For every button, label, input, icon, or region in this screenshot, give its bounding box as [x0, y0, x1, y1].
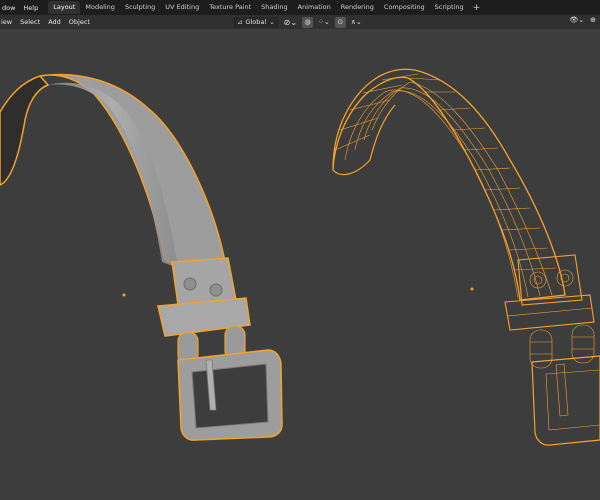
menu-object[interactable]: Object: [69, 18, 90, 26]
wire-cross-10: [464, 147, 499, 151]
wire-rivet-left: [529, 271, 547, 289]
tab-sculpting[interactable]: Sculpting: [120, 1, 160, 14]
falloff-icon[interactable]: ∧⌄: [351, 18, 362, 26]
tab-scripting[interactable]: Scripting: [430, 1, 469, 14]
workspace-tabs: Layout Modeling Sculpting UV Editing Tex…: [48, 0, 484, 15]
wire-cross-4: [362, 84, 403, 94]
transform-controls: ⊿ Global ⌄ ⊘⌄ ◍ ⁘⌄ ⊙ ∧⌄: [233, 16, 362, 28]
tab-layout[interactable]: Layout: [48, 1, 81, 14]
tab-shading[interactable]: Shading: [256, 1, 292, 14]
wire-buckle-frame: [531, 355, 600, 446]
wire-strap-outline: [332, 68, 566, 301]
wire-cross-16: [513, 267, 557, 271]
tab-compositing[interactable]: Compositing: [379, 1, 430, 14]
wire-long-4: [371, 81, 553, 296]
wire-cross-1: [334, 134, 371, 151]
wire-band-mid: [506, 307, 593, 317]
viewport-canvas: [0, 68, 600, 446]
add-workspace-button[interactable]: +: [469, 3, 485, 13]
orientation-icon: ⊿: [237, 18, 243, 26]
visibility-icon[interactable]: 👁⌄: [569, 16, 584, 24]
solid-belt-model[interactable]: [0, 73, 283, 441]
snap-toggle-button[interactable]: ◍: [302, 16, 314, 28]
belt-strap: [39, 73, 226, 269]
3d-viewport[interactable]: [0, 29, 600, 500]
orientation-value: Global: [245, 18, 267, 26]
pivot-icon[interactable]: ⊘⌄: [284, 18, 297, 27]
wire-buckle-hole: [545, 369, 600, 431]
wire-cross-15: [508, 247, 549, 251]
tab-rendering[interactable]: Rendering: [336, 1, 379, 14]
wire-rivet-left-inner: [533, 275, 543, 285]
proportional-icon: ⊙: [337, 18, 344, 26]
belt-underside: [0, 75, 50, 186]
tab-modeling[interactable]: Modeling: [80, 1, 120, 14]
tab-texture-paint[interactable]: Texture Paint: [204, 1, 256, 14]
rivet-right: [209, 283, 223, 297]
proportional-edit-button[interactable]: ⊙: [334, 16, 346, 28]
right-header-controls: 👁⌄ ⊕: [569, 16, 596, 24]
rivet-left: [183, 277, 197, 291]
menu-select[interactable]: Select: [20, 18, 40, 26]
origin-point-left: [122, 293, 126, 297]
wire-cross-5: [381, 73, 419, 81]
wire-roller-lines: [530, 336, 594, 355]
viewport-header: iew Select Add Object ⊿ Global ⌄ ⊘⌄ ◍ ⁘⌄…: [0, 15, 600, 29]
origin-point-right: [470, 287, 474, 291]
wire-keeper: [517, 254, 583, 306]
wire-rivet-right: [556, 269, 574, 287]
top-menu-bar: dow Help Layout Modeling Sculpting UV Ed…: [0, 0, 600, 15]
menu-window[interactable]: dow: [2, 4, 15, 12]
tab-uv-editing[interactable]: UV Editing: [160, 1, 204, 14]
menu-help[interactable]: Help: [23, 4, 38, 12]
buckle-frame-hole: [191, 363, 269, 429]
wire-cross-8: [439, 107, 471, 111]
snap-settings-icon[interactable]: ⁘⌄: [318, 18, 330, 26]
tab-animation[interactable]: Animation: [293, 1, 336, 14]
gizmo-icon[interactable]: ⊕: [590, 16, 596, 24]
transform-orientation-dropdown[interactable]: ⊿ Global ⌄: [233, 16, 279, 28]
wire-buckle-prong: [555, 363, 569, 417]
menu-view[interactable]: iew: [1, 18, 12, 26]
wire-long-2: [354, 90, 529, 298]
menu-add[interactable]: Add: [48, 18, 61, 26]
snap-icon: ◍: [304, 18, 311, 26]
wireframe-belt-model[interactable]: [332, 68, 600, 446]
chevron-down-icon: ⌄: [269, 18, 275, 26]
belt-keeper: [171, 257, 237, 306]
